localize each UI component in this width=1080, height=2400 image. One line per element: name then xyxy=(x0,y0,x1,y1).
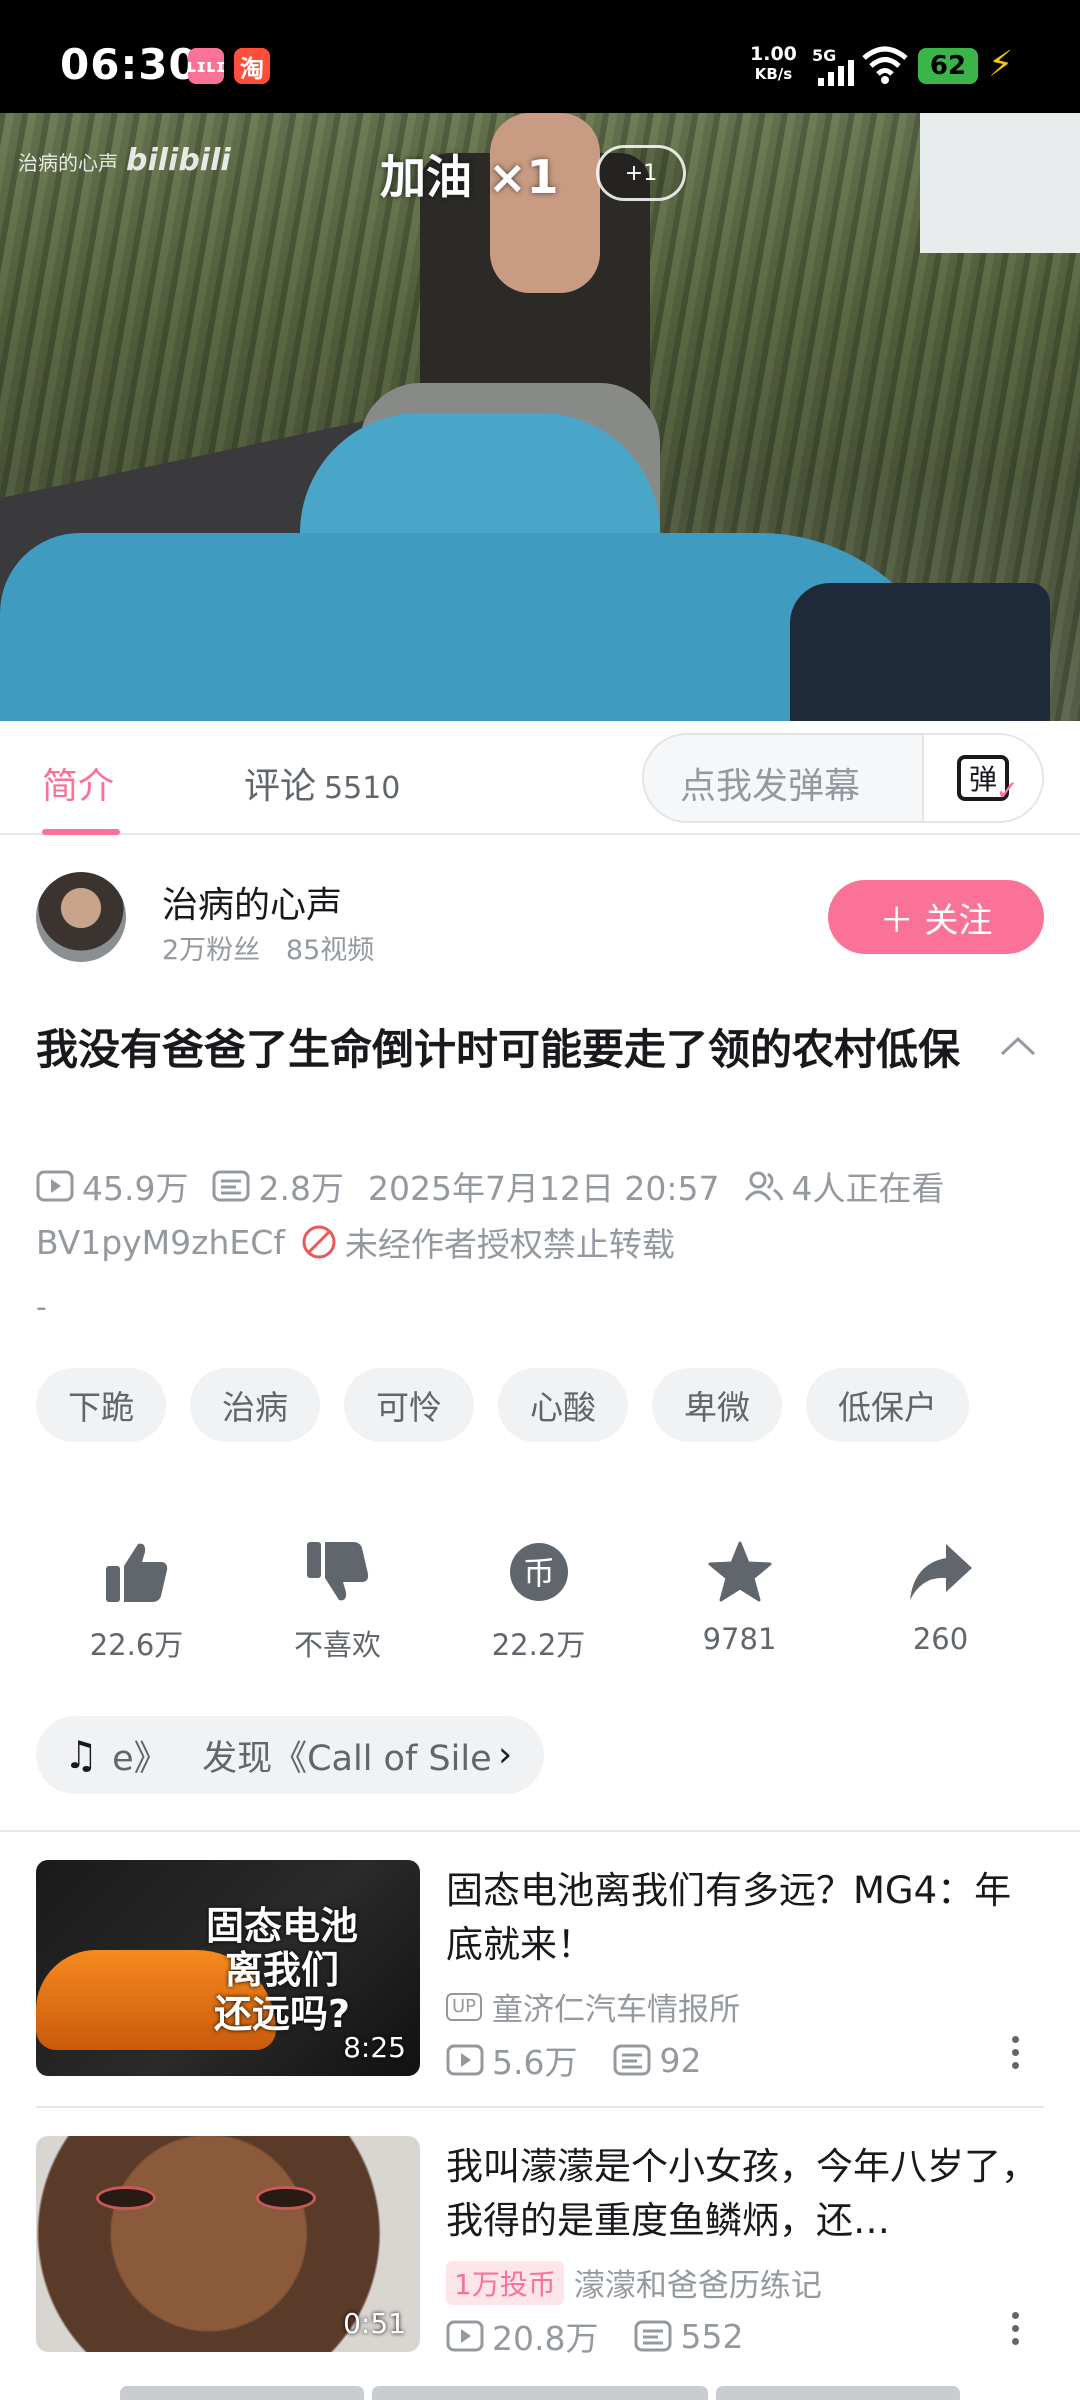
detail-tabs: 简介 评论 5510 点我发弹幕 弹 ✓ xyxy=(0,721,1080,835)
thumbs-down-icon xyxy=(306,1542,368,1601)
video-description: - xyxy=(36,1290,47,1325)
uploader-name[interactable]: 治病的心声 xyxy=(162,876,342,928)
music-title: 发现《Call of Sile xyxy=(202,1738,492,1779)
danmaku-placeholder: 点我发弹幕 xyxy=(680,766,861,807)
video-thumbnail[interactable]: 0:51 xyxy=(36,2136,420,2352)
tag-item[interactable]: 卑微 xyxy=(652,1368,782,1442)
avatar[interactable] xyxy=(36,872,126,962)
copyright-notice: 未经作者授权禁止转载 xyxy=(344,1225,675,1264)
share-icon xyxy=(909,1544,972,1600)
section-divider xyxy=(0,1830,1080,1832)
danmaku-count: 2.8万 xyxy=(258,1169,344,1208)
recommended-title[interactable]: 我叫濛濛是个小女孩，今年八岁了，我得的是重度鱼鳞炳，还… xyxy=(446,2140,1044,2248)
net-speed: 1.00 KB/s xyxy=(750,43,797,83)
tag-item[interactable]: 治病 xyxy=(190,1368,320,1442)
like-count: 22.6万 xyxy=(89,1628,184,1662)
tab-intro[interactable]: 简介 xyxy=(42,757,114,809)
coin-button[interactable]: 币 22.2万 xyxy=(438,1540,639,1664)
recommended-video-card[interactable]: 0:51 我叫濛濛是个小女孩，今年八岁了，我得的是重度鱼鳞炳，还… 1万投币 濛… xyxy=(36,2136,1044,2358)
taobao-icon: 淘 xyxy=(234,48,270,84)
no-repost-icon xyxy=(302,1225,336,1259)
cheer-text: 加油 ×1 xyxy=(380,150,559,204)
music-pill[interactable]: ♫ e》 发现《Call of Sile › xyxy=(36,1716,544,1794)
play-count-icon xyxy=(36,1170,74,1202)
tag-list: 下跪 治病 可怜 心酸 卑微 低保户 xyxy=(36,1368,969,1442)
bvid[interactable]: BV1pyM9zhECf xyxy=(36,1223,285,1262)
status-time: 06:30 xyxy=(60,40,199,89)
recommended-uploader: UP 童济仁汽车情报所 xyxy=(446,1984,740,2029)
watching-count: 4人正在看 xyxy=(791,1169,945,1208)
thumbs-up-icon xyxy=(105,1543,167,1602)
like-button[interactable]: 22.6万 xyxy=(36,1540,237,1664)
tag-item[interactable]: 低保户 xyxy=(806,1368,969,1442)
video-duration: 0:51 xyxy=(343,2307,406,2340)
play-count-icon xyxy=(446,2044,484,2076)
coin-badge: 1万投币 xyxy=(446,2260,564,2305)
video-player[interactable]: 治病的心声 bilibili 加油 ×1 +1 xyxy=(0,113,1080,721)
video-duration: 8:25 xyxy=(343,2031,406,2064)
bilibili-icon: ʟɪʟɪ xyxy=(186,48,226,84)
share-button[interactable]: 260 xyxy=(840,1540,1041,1664)
chevron-right-icon: › xyxy=(498,1735,513,1775)
danmaku-input[interactable]: 点我发弹幕 弹 ✓ xyxy=(642,733,1044,823)
tab-active-indicator xyxy=(42,829,120,835)
video-watermark: 治病的心声 bilibili xyxy=(18,143,231,178)
recommended-uploader: 1万投币 濛濛和爸爸历练记 xyxy=(446,2260,822,2305)
charging-icon: ⚡ xyxy=(988,44,1014,85)
next-item-edge xyxy=(120,2386,364,2400)
recommended-stats: 20.8万 552 xyxy=(446,2312,743,2360)
tag-item[interactable]: 心酸 xyxy=(498,1368,628,1442)
tag-item[interactable]: 下跪 xyxy=(36,1368,166,1442)
uploader-stats: 2万粉丝 85视频 xyxy=(162,935,375,966)
play-count: 45.9万 xyxy=(82,1169,189,1208)
up-badge: UP xyxy=(446,1992,483,2021)
more-options-icon[interactable] xyxy=(1012,2312,1020,2348)
section-divider xyxy=(36,2106,1044,2108)
more-options-icon[interactable] xyxy=(1012,2036,1020,2072)
follow-button[interactable]: ＋ 关注 xyxy=(828,880,1044,954)
favorite-button[interactable]: 9781 xyxy=(639,1540,840,1664)
viewers-icon xyxy=(744,1171,783,1201)
video-meta: 45.9万 2.8万 2025年7月12日 20:57 4人正在看 xyxy=(36,1162,945,1210)
next-item-edge xyxy=(716,2386,960,2400)
danmaku-count-icon xyxy=(634,2320,672,2352)
status-bar: 06:30 ʟɪʟɪ 淘 1.00 KB/s 5G 62 ⚡ xyxy=(0,0,1080,113)
video-title: 我没有爸爸了生命倒计时可能要走了领的农村低保 xyxy=(36,1025,961,1074)
star-icon xyxy=(708,1541,771,1602)
recommended-stats: 5.6万 92 xyxy=(446,2036,701,2084)
action-bar: 22.6万 不喜欢 币 22.2万 9781 260 xyxy=(36,1540,1044,1664)
coin-icon: 币 xyxy=(509,1543,568,1601)
svg-text:币: 币 xyxy=(522,1554,554,1592)
danmaku-icon: 弹 ✓ xyxy=(957,755,1019,807)
recommended-video-card[interactable]: 固态电池 离我们 还远吗? 8:25 固态电池离我们有多远？MG4：年底就来！ … xyxy=(36,1860,1044,2082)
danmaku-count-icon xyxy=(613,2044,651,2076)
next-item-edge xyxy=(372,2386,708,2400)
video-meta-2: BV1pyM9zhECf 未经作者授权禁止转载 xyxy=(36,1218,675,1266)
danmaku-count-icon xyxy=(212,1170,250,1202)
dislike-button[interactable]: 不喜欢 xyxy=(237,1540,438,1664)
danmaku-toggle-button[interactable]: 弹 ✓ xyxy=(922,735,1042,821)
favorite-count: 9781 xyxy=(702,1622,777,1656)
dislike-label: 不喜欢 xyxy=(293,1628,381,1662)
tag-item[interactable]: 可怜 xyxy=(344,1368,474,1442)
share-count: 260 xyxy=(912,1622,969,1656)
tab-comments[interactable]: 评论 5510 xyxy=(244,757,400,809)
video-thumbnail[interactable]: 固态电池 离我们 还远吗? 8:25 xyxy=(36,1860,420,2076)
coin-count: 22.2万 xyxy=(491,1628,586,1662)
cheer-plus-one-button[interactable]: +1 xyxy=(596,145,686,201)
battery-indicator: 62 xyxy=(918,48,978,84)
chevron-up-icon[interactable] xyxy=(1000,1036,1036,1056)
wifi-icon xyxy=(862,46,908,84)
publish-date: 2025年7月12日 20:57 xyxy=(367,1169,720,1208)
signal-icon xyxy=(818,60,854,86)
music-note-icon: ♫ xyxy=(64,1733,99,1777)
recommended-title[interactable]: 固态电池离我们有多远？MG4：年底就来！ xyxy=(446,1864,1044,1972)
music-prev-text: e》 xyxy=(112,1738,169,1779)
thumbnail-caption: 固态电池 离我们 还远吗? xyxy=(206,1904,359,2036)
play-count-icon xyxy=(446,2320,484,2352)
